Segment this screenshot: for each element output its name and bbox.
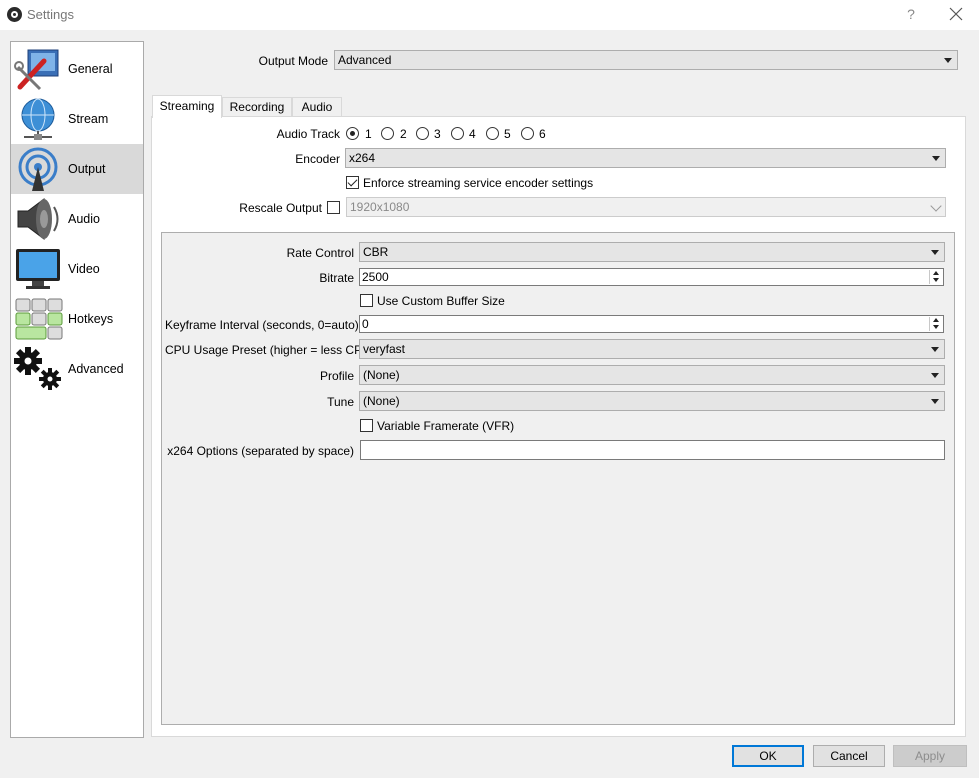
help-button[interactable]: ? [902,5,920,23]
audio-track-radio-label: 1 [365,127,372,141]
keyframe-interval-spinbox[interactable]: 0 [359,315,944,333]
audio-track-radio-label: 4 [469,127,476,141]
profile-label: Profile [319,369,354,383]
bitrate-label: Bitrate [319,271,354,285]
rate-control-label: Rate Control [286,246,354,260]
cpu-preset-select[interactable]: veryfast [359,339,945,359]
settings-sidebar: General Stream Output Audio Video Hotkey… [10,41,144,738]
audio-track-radio-2[interactable] [381,127,394,140]
chevron-down-icon [931,373,939,378]
sidebar-item-audio[interactable]: Audio [11,194,143,244]
tab-audio[interactable]: Audio [292,97,342,117]
encoder-value: x264 [349,151,376,165]
custom-buffer-label: Use Custom Buffer Size [377,294,505,308]
keyframe-stepper[interactable] [929,317,942,331]
spin-down-icon[interactable] [933,278,939,282]
globe-network-icon [14,97,64,141]
chevron-down-icon [931,399,939,404]
sidebar-item-label: Audio [68,212,100,226]
audio-track-radio-4[interactable] [451,127,464,140]
bitrate-spinbox[interactable]: 2500 [359,268,944,286]
sidebar-item-general[interactable]: General [11,44,143,94]
tab-streaming[interactable]: Streaming [152,95,222,118]
tab-recording[interactable]: Recording [222,97,292,117]
spin-down-icon[interactable] [933,325,939,329]
chevron-down-icon [931,250,939,255]
encoder-label: Encoder [295,152,340,166]
encoder-settings-group [161,232,955,725]
audio-track-radio-label: 3 [434,127,441,141]
rate-control-select[interactable]: CBR [359,242,945,262]
chevron-down-icon [944,58,952,63]
sidebar-item-label: Advanced [68,362,124,376]
profile-value: (None) [363,368,400,382]
x264-options-input[interactable] [360,440,945,460]
rescale-output-label: Rescale Output [239,201,322,215]
rescale-resolution-select: 1920x1080 [346,197,946,217]
rescale-output-checkbox[interactable] [327,201,340,214]
sidebar-item-video[interactable]: Video [11,244,143,294]
sidebar-item-label: Video [68,262,100,276]
sidebar-item-label: Stream [68,112,109,126]
cpu-preset-label: CPU Usage Preset (higher = less CPU) [165,343,375,357]
enforce-encoder-checkbox[interactable] [346,176,359,189]
keyframe-interval-value: 0 [362,317,369,331]
chevron-down-icon [930,200,942,212]
audio-track-radio-5[interactable] [486,127,499,140]
audio-track-radio-label: 5 [504,127,511,141]
title-bar: Settings ? [0,0,979,30]
audio-track-label: Audio Track [276,127,340,141]
audio-track-radio-label: 6 [539,127,546,141]
audio-track-radio-1[interactable] [346,127,359,140]
wrench-screwdriver-icon [14,47,64,91]
sidebar-item-label: Hotkeys [68,312,114,326]
obs-logo-icon [7,7,22,22]
window-title: Settings [27,7,74,22]
custom-buffer-checkbox[interactable] [360,294,373,307]
x264-options-label: x264 Options (separated by space) [167,444,354,458]
broadcast-antenna-icon [14,147,64,191]
cancel-button[interactable]: Cancel [813,745,885,767]
keyboard-icon [14,297,64,341]
keyframe-interval-label: Keyframe Interval (seconds, 0=auto) [165,318,359,332]
audio-track-radio-6[interactable] [521,127,534,140]
profile-select[interactable]: (None) [359,365,945,385]
rate-control-value: CBR [363,245,389,259]
tune-label: Tune [327,395,354,409]
spin-up-icon[interactable] [933,271,939,275]
chevron-down-icon [931,347,939,352]
audio-track-radio-label: 2 [400,127,407,141]
encoder-select[interactable]: x264 [345,148,946,168]
output-mode-select[interactable]: Advanced [334,50,958,70]
sidebar-item-output[interactable]: Output [11,144,143,194]
sidebar-item-stream[interactable]: Stream [11,94,143,144]
sidebar-item-advanced[interactable]: Advanced [11,344,143,394]
vfr-checkbox[interactable] [360,419,373,432]
enforce-encoder-label: Enforce streaming service encoder settin… [363,176,594,190]
bitrate-stepper[interactable] [929,270,942,284]
monitor-icon [14,247,64,291]
chevron-down-icon [932,156,940,161]
vfr-label: Variable Framerate (VFR) [377,419,515,433]
spin-up-icon[interactable] [933,318,939,322]
cpu-preset-value: veryfast [363,342,406,356]
apply-button[interactable]: Apply [893,745,967,767]
tune-select[interactable]: (None) [359,391,945,411]
gears-icon [14,347,64,391]
speaker-icon [14,197,64,241]
audio-track-radio-3[interactable] [416,127,429,140]
output-mode-value: Advanced [338,53,392,67]
rescale-resolution-value: 1920x1080 [350,200,410,214]
ok-button[interactable]: OK [732,745,804,767]
tune-value: (None) [363,394,400,408]
sidebar-item-label: General [68,62,113,76]
close-icon[interactable] [945,3,967,25]
bitrate-value: 2500 [362,270,389,284]
sidebar-item-label: Output [68,162,106,176]
sidebar-item-hotkeys[interactable]: Hotkeys [11,294,143,344]
output-mode-label: Output Mode [258,54,328,68]
